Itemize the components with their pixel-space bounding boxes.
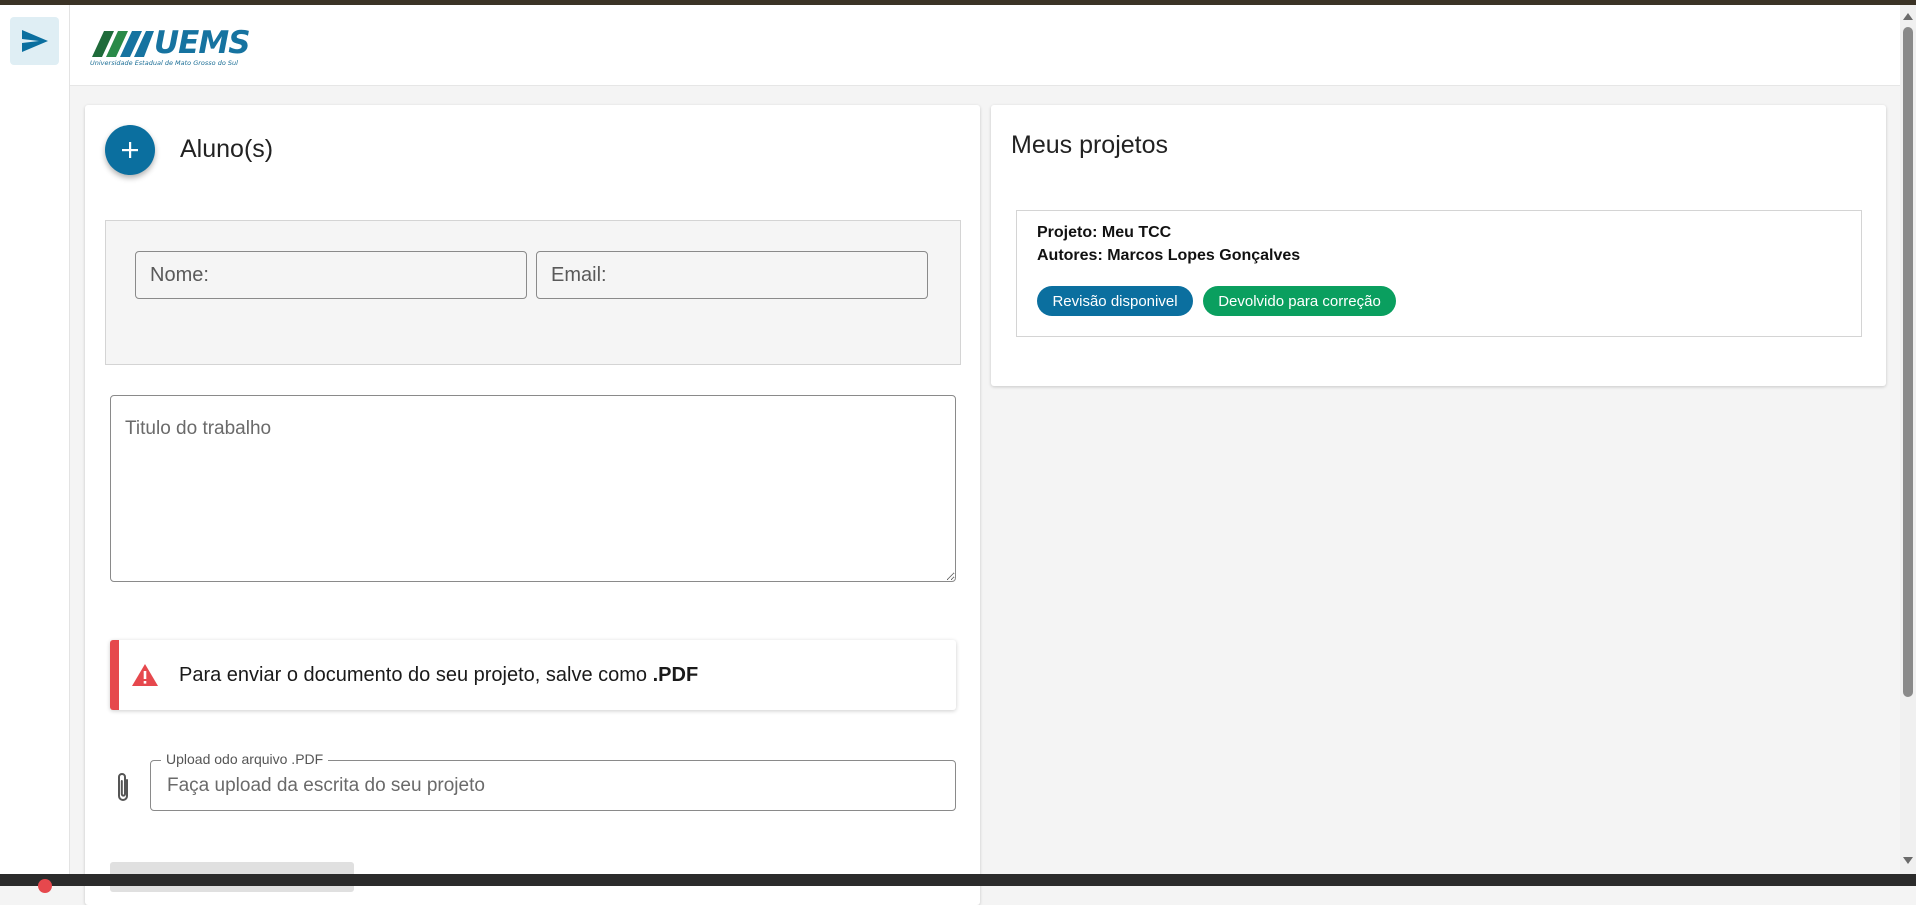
my-projects-panel: Meus projetos Projeto: Meu TCC Autores: … [991, 105, 1886, 386]
logo-subtitle: Universidade Estadual de Mato Grosso do … [90, 59, 238, 67]
upload-placeholder: Faça upload da escrita do seu projeto [167, 775, 485, 796]
logo-mark-icon [92, 31, 154, 57]
project-authors: Autores: Marcos Lopes Gonçalves [1037, 247, 1301, 264]
upload-label: Upload odo arquivo .PDF [161, 751, 329, 767]
student-email-input[interactable] [536, 251, 928, 299]
alert-emphasis: .PDF [652, 663, 699, 686]
new-project-form: Aluno(s) Para enviar o documento do seu … [85, 105, 980, 905]
page-scrollbar[interactable] [1900, 5, 1916, 874]
top-header: UEMS Universidade Estadual de Mato Gross… [70, 5, 1916, 86]
student-name-input[interactable] [135, 251, 527, 299]
my-projects-title: Meus projetos [1011, 131, 1169, 159]
uems-logo[interactable]: UEMS Universidade Estadual de Mato Gross… [90, 25, 251, 67]
alert-text: Para enviar o documento do seu projeto, … [179, 663, 653, 686]
student-fields-group [105, 220, 961, 365]
review-available-badge[interactable]: Revisão disponivel [1037, 286, 1193, 316]
side-rail [0, 5, 70, 874]
send-button[interactable] [10, 17, 59, 65]
project-title-textarea[interactable] [110, 395, 956, 582]
scroll-down-arrow-icon[interactable] [1903, 857, 1913, 864]
logo-text: UEMS [154, 25, 251, 61]
project-name: Projeto: Meu TCC [1037, 224, 1172, 241]
taskbar-app-icon[interactable] [38, 879, 52, 893]
taskbar-strip [0, 874, 1916, 893]
pdf-upload-field[interactable]: Upload odo arquivo .PDF Faça upload da e… [150, 751, 956, 811]
send-icon [21, 30, 48, 52]
plus-icon [122, 142, 138, 158]
scroll-thumb[interactable] [1903, 27, 1913, 697]
alert-message: Para enviar o documento do seu projeto, … [179, 664, 698, 687]
scroll-up-arrow-icon[interactable] [1903, 13, 1913, 20]
project-card[interactable]: Projeto: Meu TCC Autores: Marcos Lopes G… [1016, 210, 1862, 337]
students-section-title: Aluno(s) [180, 135, 274, 163]
add-student-button[interactable] [105, 125, 155, 175]
paperclip-icon [118, 773, 128, 801]
pdf-warning-alert: Para enviar o documento do seu projeto, … [110, 640, 956, 710]
returned-for-correction-badge[interactable]: Devolvido para correção [1203, 286, 1396, 316]
warning-icon [131, 662, 161, 688]
